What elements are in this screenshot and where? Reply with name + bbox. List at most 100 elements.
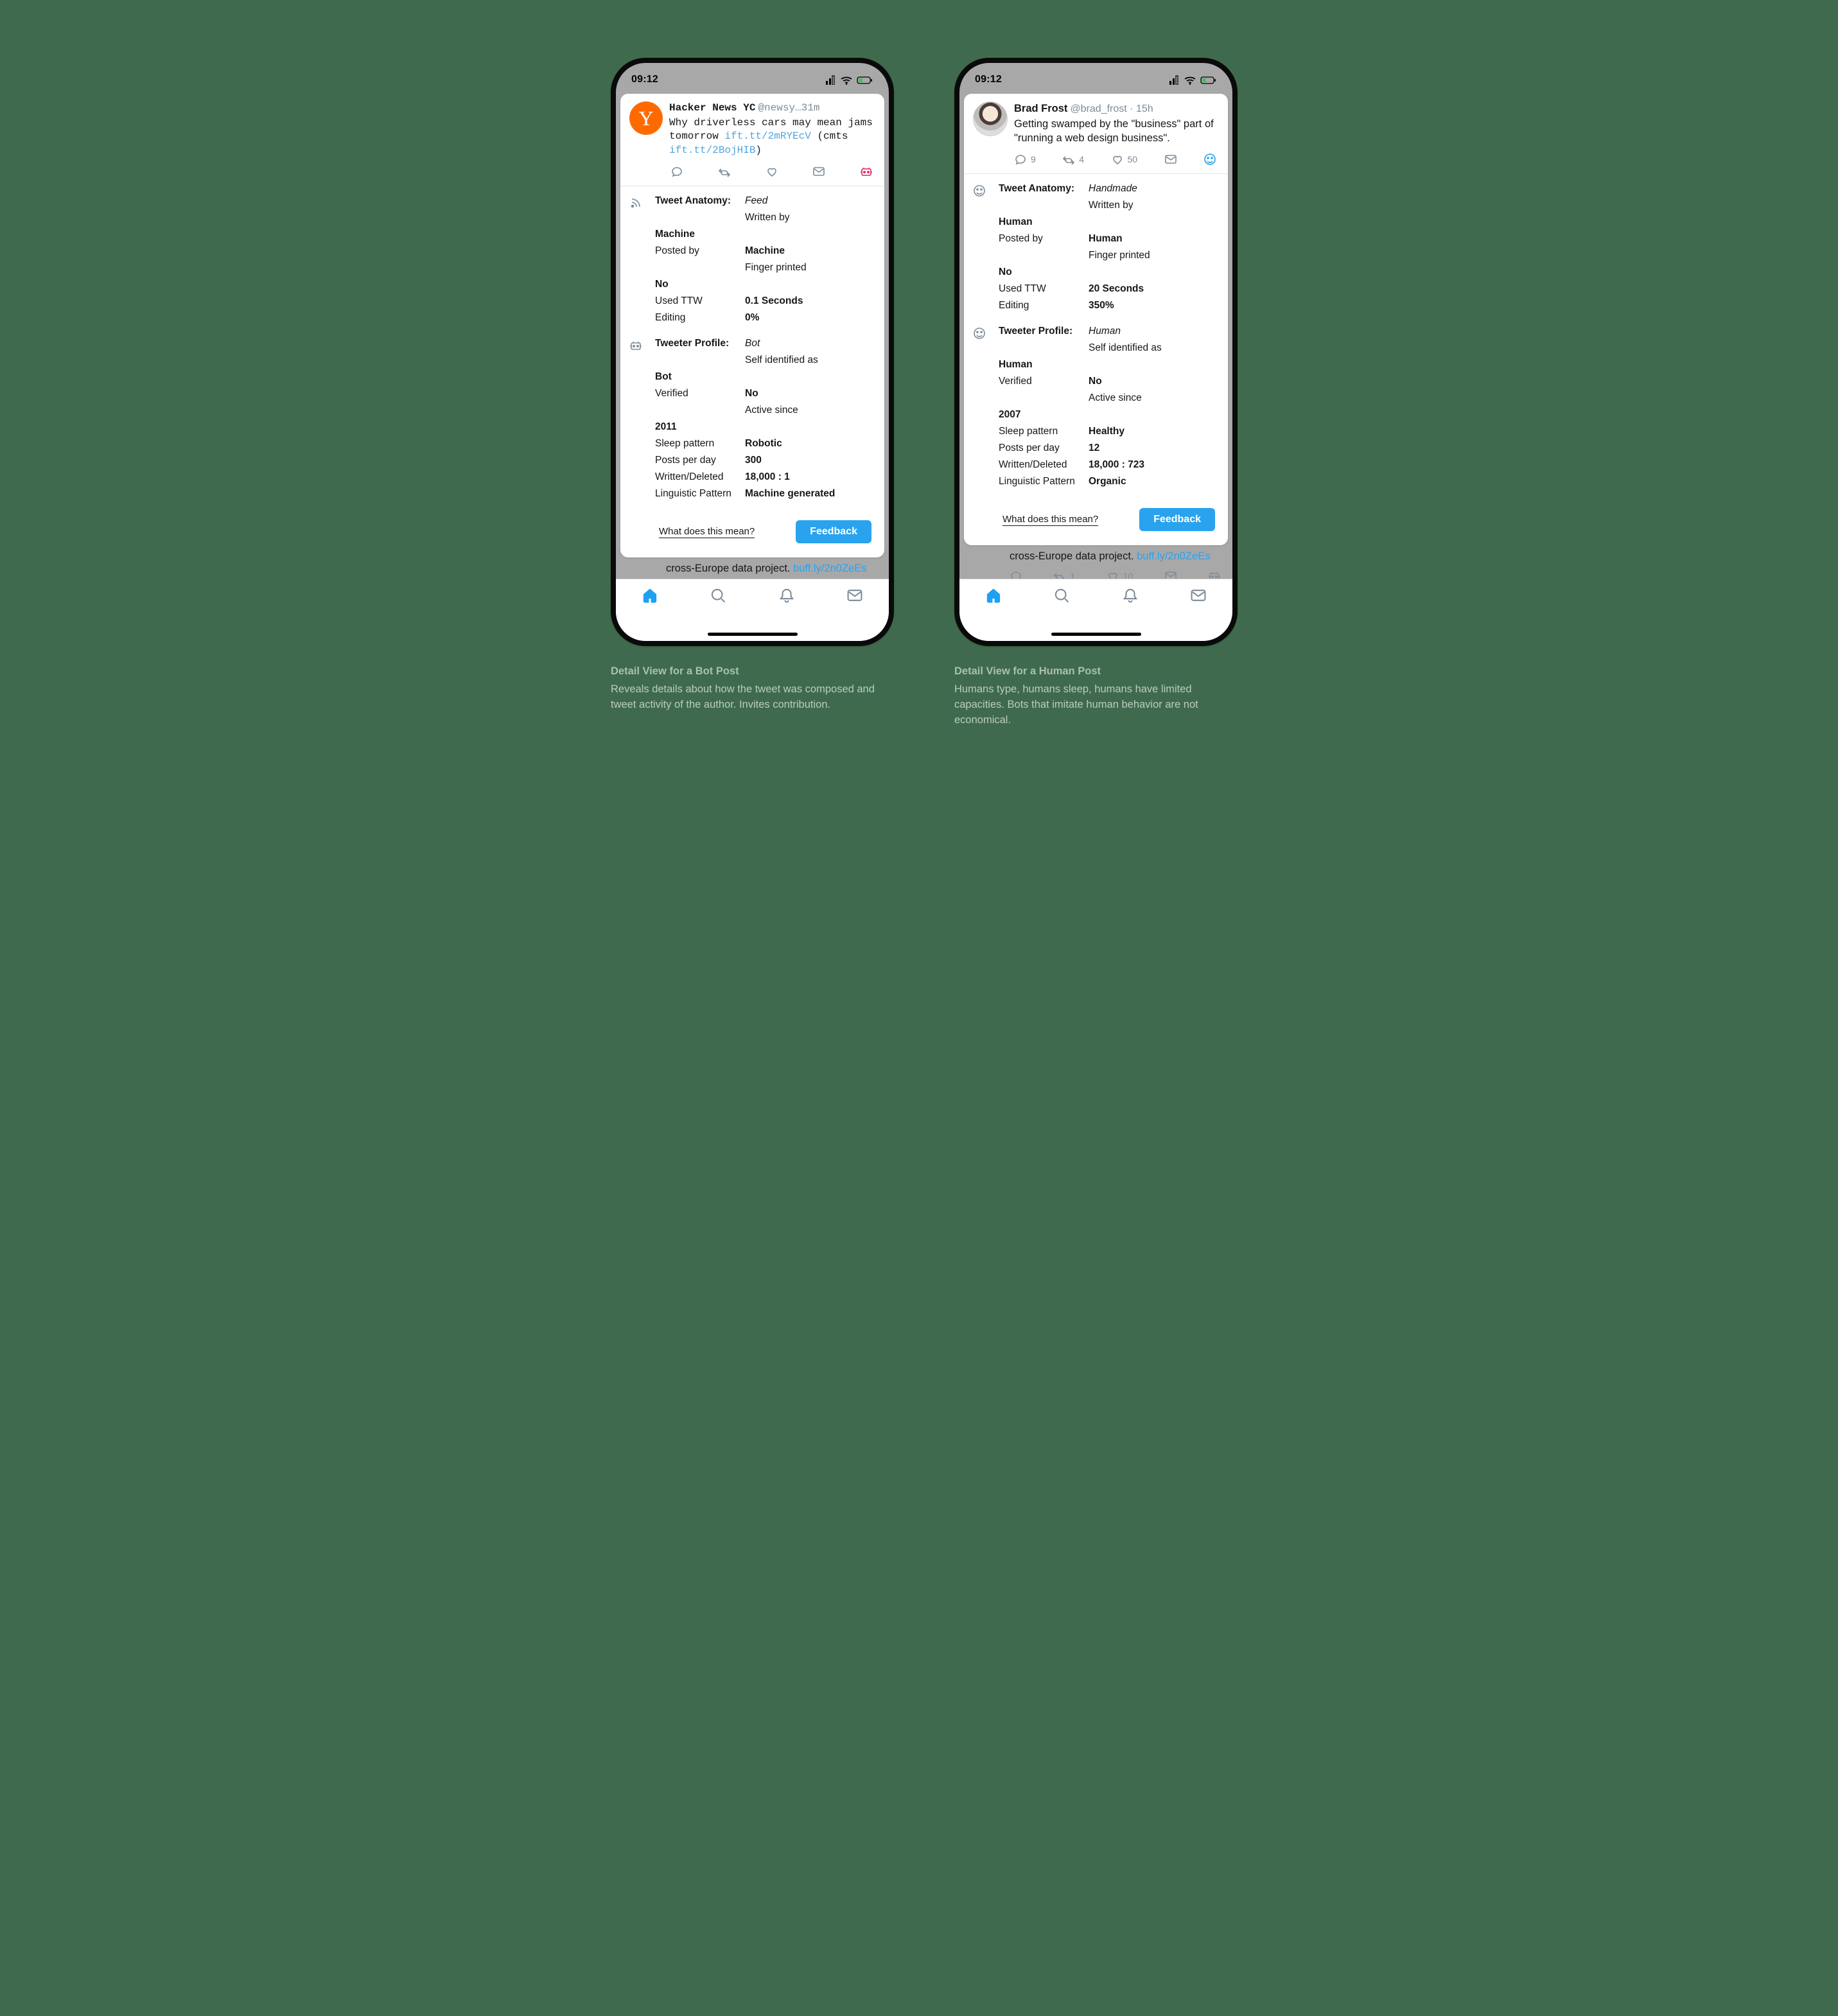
row-value: Human: [1089, 233, 1219, 245]
row-label: Self identified as: [1089, 342, 1219, 354]
home-indicator[interactable]: [708, 633, 798, 636]
row-value: 12: [1089, 443, 1219, 454]
reply-button[interactable]: 9: [1014, 153, 1036, 166]
share-button[interactable]: [1164, 153, 1177, 166]
detail-panel: Tweet Anatomy: Feed Written by Machine Po…: [620, 186, 884, 557]
mail-icon: [1190, 587, 1207, 604]
reply-icon: [670, 165, 683, 178]
help-link[interactable]: What does this mean?: [659, 526, 755, 538]
retweet-icon: [718, 165, 731, 178]
status-icons: [1168, 75, 1217, 85]
section-kind: Handmade: [1089, 183, 1219, 195]
tweet-link[interactable]: ift.tt/2mRYEcV: [724, 130, 810, 142]
bell-icon: [1122, 587, 1139, 604]
tab-messages[interactable]: [1190, 587, 1207, 607]
face-icon: [973, 183, 999, 200]
row-label: Posts per day: [999, 443, 1089, 454]
face-icon: [1203, 153, 1216, 166]
section-title: Tweeter Profile:: [999, 326, 1089, 337]
tweet-author-name[interactable]: Brad Frost: [1014, 101, 1067, 116]
human-indicator-button[interactable]: [1203, 153, 1216, 166]
section-title: Tweet Anatomy:: [655, 195, 745, 207]
face-icon: [973, 326, 999, 343]
row-label: Written/Deleted: [655, 471, 745, 483]
row-label: Posted by: [999, 233, 1089, 245]
row-value: 300: [745, 455, 875, 466]
row-label: Verified: [655, 388, 745, 399]
row-label: Written by: [745, 212, 875, 224]
wifi-icon: [840, 75, 853, 85]
row-value: Organic: [1089, 476, 1219, 487]
status-time: 09:12: [975, 74, 1002, 85]
profile-section: Tweeter Profile: Human Self identified a…: [973, 326, 1219, 487]
row-label: Used TTW: [655, 295, 745, 307]
tab-notifications[interactable]: [1122, 587, 1139, 607]
background-tweet-text: cross-Europe data project. buff.ly/2n0Ze…: [959, 545, 1232, 566]
wifi-icon: [1184, 75, 1196, 85]
row-value: Human: [999, 216, 1089, 228]
tab-home[interactable]: [642, 587, 658, 607]
status-time: 09:12: [631, 74, 658, 85]
heart-icon: [766, 165, 778, 178]
tweet-action-bar: 9 4 50: [964, 149, 1228, 174]
caption-bot: Detail View for a Bot Post Reveals detai…: [611, 664, 880, 713]
tweet[interactable]: Brad Frost @brad_frost · 15h Getting swa…: [964, 94, 1228, 149]
section-kind: Feed: [745, 195, 875, 207]
row-label: Self identified as: [745, 355, 875, 366]
row-label: Written/Deleted: [999, 459, 1089, 471]
retweet-button[interactable]: [718, 165, 731, 178]
avatar[interactable]: [973, 101, 1008, 136]
row-value: 2007: [999, 409, 1089, 421]
phone-human: 09:12 Brad Frost @brad_frost · 15h Ge: [954, 58, 1238, 646]
row-value: 20 Seconds: [1089, 283, 1219, 295]
mail-icon: [846, 587, 863, 604]
tab-notifications[interactable]: [778, 587, 795, 607]
row-value: Machine generated: [745, 488, 875, 500]
row-value: Human: [999, 359, 1089, 371]
row-value: Robotic: [745, 438, 875, 450]
tweet-author-handle[interactable]: @brad_frost · 15h: [1070, 102, 1153, 116]
row-value: Machine: [745, 245, 875, 257]
row-value: 0%: [745, 312, 875, 324]
background-link[interactable]: buff.ly/2n0ZeEs: [793, 563, 866, 574]
tab-search[interactable]: [710, 587, 726, 607]
row-value: 350%: [1089, 300, 1219, 311]
search-icon: [1053, 587, 1070, 604]
row-value: 0.1 Seconds: [745, 295, 875, 307]
help-link[interactable]: What does this mean?: [1002, 514, 1098, 526]
rss-icon: [629, 195, 655, 213]
row-value: No: [999, 267, 1089, 278]
background-link[interactable]: buff.ly/2n0ZeEs: [1137, 550, 1210, 562]
status-bar: 09:12: [959, 63, 1232, 94]
tab-messages[interactable]: [846, 587, 863, 607]
reply-button[interactable]: [670, 165, 683, 178]
row-label: Used TTW: [999, 283, 1089, 295]
tweet-link[interactable]: ift.tt/2BojHIB: [669, 145, 755, 156]
like-button[interactable]: 50: [1111, 153, 1138, 166]
share-button[interactable]: [812, 165, 825, 178]
feedback-button[interactable]: Feedback: [1139, 508, 1215, 531]
heart-icon: [1111, 153, 1124, 166]
row-label: Posted by: [655, 245, 745, 257]
bot-indicator-button[interactable]: [860, 165, 873, 178]
like-button[interactable]: [766, 165, 778, 178]
section-kind: Human: [1089, 326, 1219, 337]
avatar[interactable]: Y: [629, 101, 663, 135]
tweet-author-handle[interactable]: @newsy…31m: [758, 101, 819, 116]
detail-panel: Tweet Anatomy: Handmade Written byHuman …: [964, 174, 1228, 545]
tab-search[interactable]: [1053, 587, 1070, 607]
background-tweet-text: cross-Europe data project. buff.ly/2n0Ze…: [616, 557, 889, 578]
tab-home[interactable]: [985, 587, 1002, 607]
tab-bar: [616, 579, 889, 641]
row-value: 18,000 : 723: [1089, 459, 1219, 471]
signal-icon: [1168, 75, 1180, 85]
row-value: 18,000 : 1: [745, 471, 875, 483]
retweet-button[interactable]: 4: [1062, 153, 1084, 166]
feedback-button[interactable]: Feedback: [796, 520, 871, 543]
tweet[interactable]: Y Hacker News YC @newsy…31m Why driverle…: [620, 94, 884, 161]
section-title: Tweet Anatomy:: [999, 183, 1089, 195]
row-label: Active since: [745, 405, 875, 416]
tweet-author-name[interactable]: Hacker News YC: [669, 101, 755, 116]
row-value: No: [745, 388, 875, 399]
home-indicator[interactable]: [1051, 633, 1141, 636]
